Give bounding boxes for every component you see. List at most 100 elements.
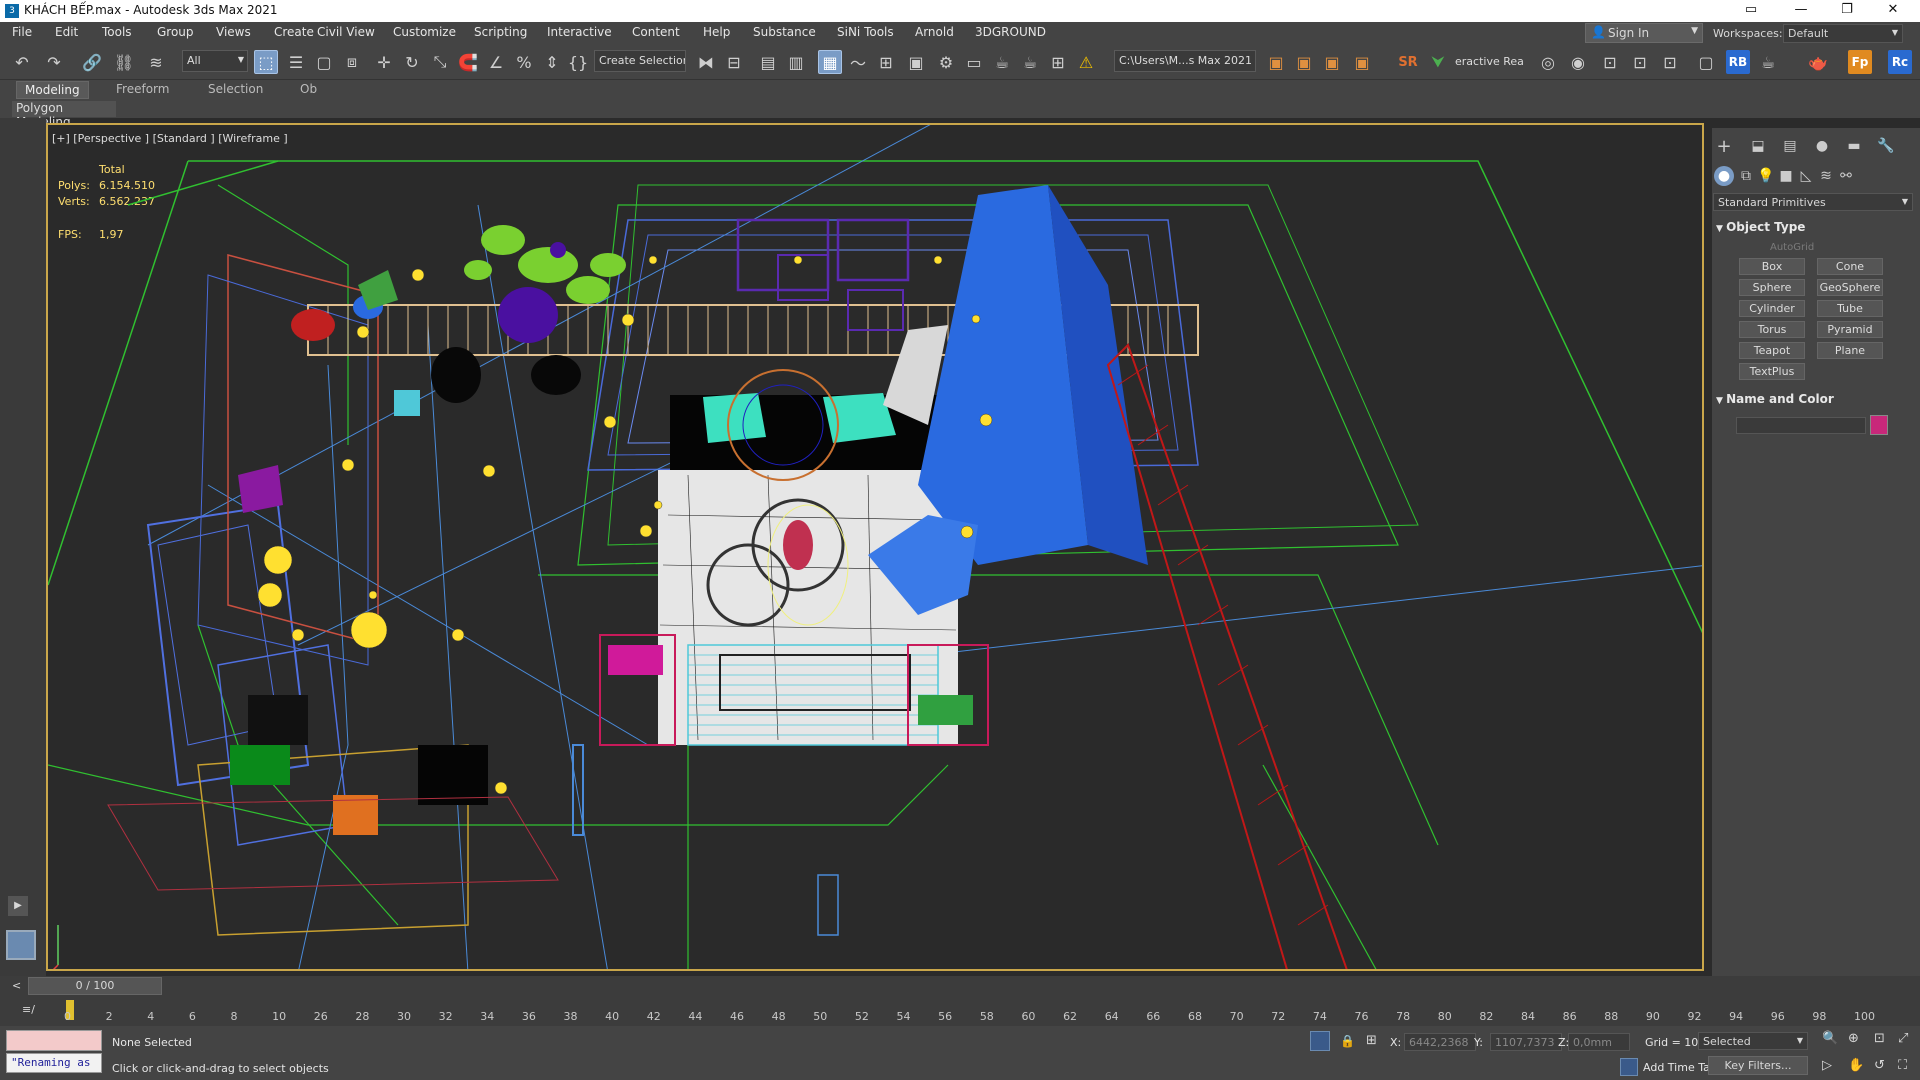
object-color-swatch[interactable] [1870, 415, 1888, 435]
zoom-icon[interactable]: 🔍 [1822, 1031, 1838, 1046]
rendered-frame-window-icon[interactable]: ▭ [962, 50, 986, 74]
viewport-tool-icon[interactable]: ⊡ [1628, 50, 1652, 74]
zoom-extents-icon[interactable]: ⊡ [1874, 1031, 1885, 1046]
spinner-snap-icon[interactable]: ⇕ [540, 50, 564, 74]
curve-editor-mini-icon[interactable]: ≡/ [22, 1003, 35, 1016]
helpers-icon[interactable]: ◺ [1796, 166, 1816, 186]
display-icon[interactable]: ▬ [1844, 136, 1864, 156]
shapes-icon[interactable]: ⧉ [1736, 166, 1756, 186]
pyramid-button[interactable]: Pyramid [1817, 321, 1883, 338]
geometry-icon[interactable]: ● [1714, 166, 1734, 186]
absolute-mode-icon[interactable]: ⊞ [1366, 1033, 1377, 1048]
viewport-tool-icon[interactable]: ⊡ [1598, 50, 1622, 74]
cylinder-button[interactable]: Cylinder [1739, 300, 1805, 317]
select-move-icon[interactable]: ✛ [372, 50, 396, 74]
cameras-icon[interactable]: ■ [1776, 166, 1796, 186]
arnold-icon[interactable]: ◉ [1566, 50, 1590, 74]
layer-explorer-icon[interactable]: ▥ [784, 50, 808, 74]
polygon-modeling-panel[interactable]: Polygon Modeling [12, 101, 116, 129]
project-path-select[interactable]: C:\Users\M...s Max 2021 [1114, 50, 1256, 72]
mirror-icon[interactable]: ⧓ [694, 50, 718, 74]
sr-button[interactable]: SR [1396, 50, 1420, 74]
primitive-category-select[interactable]: Standard Primitives ▼ [1713, 193, 1913, 211]
curve-editor-icon[interactable]: 〜 [846, 50, 870, 74]
window-crossing-icon[interactable]: ⧈ [340, 50, 364, 74]
menu-group[interactable]: Group [157, 25, 194, 39]
menu-content[interactable]: Content [632, 25, 680, 39]
x-coordinate-field[interactable]: 6442,2368 [1404, 1033, 1476, 1051]
select-scale-icon[interactable]: ⤡ [428, 50, 452, 74]
teapot-button[interactable]: Teapot [1739, 342, 1805, 359]
selection-lock-icon[interactable]: 🔒 [1340, 1034, 1355, 1048]
sphere-button[interactable]: Sphere [1739, 279, 1805, 296]
plugin-tool-icon[interactable]: ▣ [1264, 50, 1288, 74]
select-rotate-icon[interactable]: ↻ [400, 50, 424, 74]
zoom-extents-all-icon[interactable]: ⤢ [1898, 1031, 1908, 1046]
plugin-tool-icon[interactable]: ▣ [1292, 50, 1316, 74]
field-of-view-icon[interactable]: ▷ [1822, 1058, 1832, 1073]
systems-icon[interactable]: ⚯ [1836, 166, 1856, 186]
menu-civil-view[interactable]: Civil View [317, 25, 375, 39]
plane-button[interactable]: Plane [1817, 342, 1883, 359]
snap-toggle-icon[interactable]: 🧲 [456, 50, 480, 74]
viewport-tool-icon[interactable]: ▢ [1694, 50, 1718, 74]
render-production-icon[interactable]: ☕ [990, 50, 1014, 74]
menu-create[interactable]: Create [274, 25, 314, 39]
tab-object-paint[interactable]: Ob [292, 81, 325, 99]
edit-named-selection-icon[interactable]: {} [566, 50, 590, 74]
menu-file[interactable]: File [12, 25, 32, 39]
y-coordinate-field[interactable]: 1107,7373 [1490, 1033, 1562, 1051]
menu-interactive[interactable]: Interactive [547, 25, 612, 39]
hierarchy-icon[interactable]: ▤ [1780, 136, 1800, 156]
add-time-tag[interactable]: Add Time Tag [1643, 1061, 1717, 1074]
maxscript-listener-input[interactable] [6, 1030, 102, 1051]
selection-filter-select[interactable]: All ▼ [182, 50, 248, 72]
lights-icon[interactable]: 💡 [1756, 166, 1776, 186]
undo-icon[interactable]: ↶ [10, 50, 34, 74]
tube-button[interactable]: Tube [1817, 300, 1883, 317]
time-tag-icon[interactable] [1620, 1058, 1638, 1076]
autogrid-checkbox[interactable]: AutoGrid [1770, 242, 1814, 253]
create-icon[interactable]: + [1714, 136, 1734, 157]
rb-button[interactable]: RB [1726, 50, 1750, 74]
teapot-icon[interactable]: ☕ [1756, 50, 1780, 74]
percent-snap-icon[interactable]: % [512, 50, 536, 74]
redo-icon[interactable]: ↷ [42, 50, 66, 74]
expand-arrow-icon[interactable]: ▶ [8, 896, 28, 916]
object-type-rollout[interactable]: ▼ Object Type [1716, 220, 1805, 234]
material-editor-icon[interactable]: ▣ [904, 50, 928, 74]
menu-substance[interactable]: Substance [753, 25, 816, 39]
toggle-ribbon-icon[interactable]: ▦ [818, 50, 842, 74]
scene-explorer-icon[interactable]: ▤ [756, 50, 780, 74]
cone-button[interactable]: Cone [1817, 258, 1883, 275]
menu-views[interactable]: Views [216, 25, 251, 39]
workspace-select[interactable]: Default ▼ [1783, 24, 1903, 43]
select-object-icon[interactable]: ⬚ [254, 50, 278, 74]
render-iterative-icon[interactable]: ☕ [1018, 50, 1042, 74]
schematic-view-icon[interactable]: ⊞ [874, 50, 898, 74]
menu-scripting[interactable]: Scripting [474, 25, 527, 39]
menu-edit[interactable]: Edit [55, 25, 78, 39]
perspective-viewport[interactable]: [+] [Perspective ] [Standard ] [Wirefram… [46, 123, 1704, 971]
help-search-icon[interactable]: ▭ [1728, 0, 1774, 22]
geosphere-button[interactable]: GeoSphere [1817, 279, 1883, 296]
fp-button[interactable]: Fp [1848, 50, 1872, 74]
sign-in-button[interactable]: 👤 Sign In ▼ [1585, 23, 1703, 43]
name-color-rollout[interactable]: ▼ Name and Color [1716, 392, 1834, 406]
rectangle-selection-icon[interactable]: ▢ [312, 50, 336, 74]
z-coordinate-field[interactable]: 0,0mm [1568, 1033, 1630, 1051]
angle-snap-icon[interactable]: ∠ [484, 50, 508, 74]
viewport-layout-icon[interactable] [6, 930, 36, 960]
tab-freeform[interactable]: Freeform [108, 81, 177, 99]
menu-help[interactable]: Help [703, 25, 730, 39]
menu-tools[interactable]: Tools [102, 25, 132, 39]
bind-spacewarp-icon[interactable]: ≋ [144, 50, 168, 74]
viewport-tool-icon[interactable]: ⊡ [1658, 50, 1682, 74]
plugin-tool-icon[interactable]: ▣ [1350, 50, 1374, 74]
restore-icon[interactable]: ❐ [1824, 0, 1870, 22]
link-icon[interactable]: 🔗 [80, 50, 104, 74]
modify-icon[interactable]: ⬓ [1748, 136, 1768, 156]
align-icon[interactable]: ⊟ [722, 50, 746, 74]
tab-modeling[interactable]: Modeling [16, 81, 89, 99]
render-grid-icon[interactable]: ⊞ [1046, 50, 1070, 74]
